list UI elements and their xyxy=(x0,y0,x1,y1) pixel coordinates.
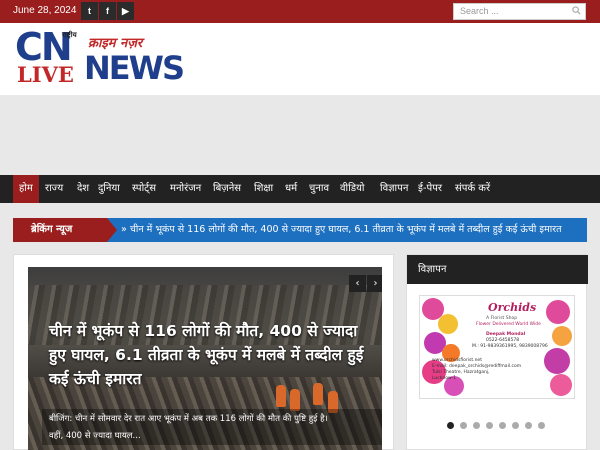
nav-item-epaper[interactable]: ई-पेपर xyxy=(418,175,442,203)
logo-news-text: NEWS xyxy=(84,49,185,87)
carousel-dot[interactable] xyxy=(486,422,493,429)
nav-item-states[interactable]: राज्य xyxy=(45,175,63,203)
orchids-ad-banner[interactable]: Orchids A Florist Shop Flower Delivered … xyxy=(419,295,575,399)
ad-phone: 0522-6458578 xyxy=(486,338,520,343)
nav-item-business[interactable]: बिज़नेस xyxy=(213,175,241,203)
rescue-worker-figure xyxy=(290,389,300,411)
search-placeholder: Search ... xyxy=(460,6,499,16)
nav-item-entertainment[interactable]: मनोरंजन xyxy=(170,175,201,203)
nav-item-religion[interactable]: धर्म xyxy=(285,175,297,203)
logo-rashtriya-text: राष्ट्रीय xyxy=(62,31,77,39)
flower-graphic xyxy=(546,300,570,324)
slide-excerpt-line: वहीं, 400 से ज्यादा घायल... xyxy=(49,431,141,441)
nav-item-contact[interactable]: संपर्क करें xyxy=(455,175,490,203)
ad-email: E-mail: deepak_orchids@rediffmail.com xyxy=(432,364,522,369)
ad-tagline: A Florist Shop xyxy=(486,316,518,321)
slide-excerpt-line: बीजिंग: चीन में सोमवार देर रात आए भूकंप … xyxy=(49,414,328,424)
featured-slide[interactable]: ‹ › चीन में भूकंप से 116 लोगों की मौत, 4… xyxy=(28,267,382,450)
current-date: June 28, 2024 xyxy=(13,5,77,16)
carousel-dot[interactable] xyxy=(447,422,454,429)
search-input[interactable]: Search ... xyxy=(453,3,586,20)
breaking-bullet-icon: » xyxy=(121,224,127,235)
ad-brand-name: Orchids xyxy=(488,301,537,314)
breaking-news-bar: ब्रेकिंग न्यूज » चीन में भूकंप से 116 लो… xyxy=(13,218,587,242)
top-bar: June 28, 2024 t f ▶ Search ... xyxy=(0,0,600,23)
slider-prev-button[interactable]: ‹ xyxy=(349,275,366,292)
flower-graphic xyxy=(544,348,570,374)
sidebar-ad-widget: विज्ञापन Orchids A Florist Shop Flower D… xyxy=(406,254,588,450)
featured-slider-card: ‹ › चीन में भूकंप से 116 लोगों की मौत, 4… xyxy=(13,254,394,450)
main-nav: होम राज्य देश दुनिया स्पोर्ट्स मनोरंजन ब… xyxy=(0,175,600,203)
nav-item-world[interactable]: दुनिया xyxy=(98,175,120,203)
nav-item-video[interactable]: वीडियो xyxy=(340,175,364,203)
carousel-dot[interactable] xyxy=(460,422,467,429)
ad-address: Tulsi Theatre, Hazratganj, xyxy=(432,370,490,375)
flower-graphic xyxy=(550,374,572,396)
logo-live-text: LIVE xyxy=(17,62,74,87)
flower-graphic xyxy=(552,326,572,346)
search-icon[interactable] xyxy=(572,6,581,15)
slide-headline[interactable]: चीन में भूकंप से 116 लोगों की मौत, 400 स… xyxy=(49,319,369,391)
breaking-arrow-icon xyxy=(107,218,117,242)
ad-mobile: M.: 91-9839361995, 9839008796 xyxy=(472,344,548,349)
carousel-dot[interactable] xyxy=(499,422,506,429)
carousel-dot[interactable] xyxy=(525,422,532,429)
flower-graphic xyxy=(438,314,458,334)
ad-subtagline: Flower Delivered World Wide xyxy=(476,322,541,327)
nav-item-country[interactable]: देश xyxy=(77,175,89,203)
ad-website: www.orchidsflorist.net xyxy=(432,358,482,363)
carousel-dot[interactable] xyxy=(473,422,480,429)
nav-item-election[interactable]: चुनाव xyxy=(309,175,329,203)
sidebar-heading: विज्ञापन xyxy=(407,255,588,284)
breaking-news-headline[interactable]: » चीन में भूकंप से 116 लोगों की मौत, 400… xyxy=(121,218,562,242)
facebook-icon[interactable]: f xyxy=(99,2,116,20)
nav-item-home[interactable]: होम xyxy=(13,175,39,203)
twitter-icon[interactable]: t xyxy=(81,2,98,20)
carousel-dot[interactable] xyxy=(512,422,519,429)
nav-item-sports[interactable]: स्पोर्ट्स xyxy=(132,175,156,203)
slide-excerpt: बीजिंग: चीन में सोमवार देर रात आए भूकंप … xyxy=(42,409,382,445)
slider-next-button[interactable]: › xyxy=(367,275,382,292)
youtube-icon[interactable]: ▶ xyxy=(117,2,134,20)
carousel-dot[interactable] xyxy=(538,422,545,429)
breaking-news-text: चीन में भूकंप से 116 लोगों की मौत, 400 स… xyxy=(129,224,562,235)
breaking-news-label: ब्रेकिंग न्यूज xyxy=(13,218,107,242)
ad-address: Lucknow-1 xyxy=(432,376,457,381)
nav-item-advertisement[interactable]: विज्ञापन xyxy=(380,175,408,203)
nav-item-education[interactable]: शिक्षा xyxy=(254,175,273,203)
ad-contact-name: Deepak Mondal xyxy=(486,332,526,337)
